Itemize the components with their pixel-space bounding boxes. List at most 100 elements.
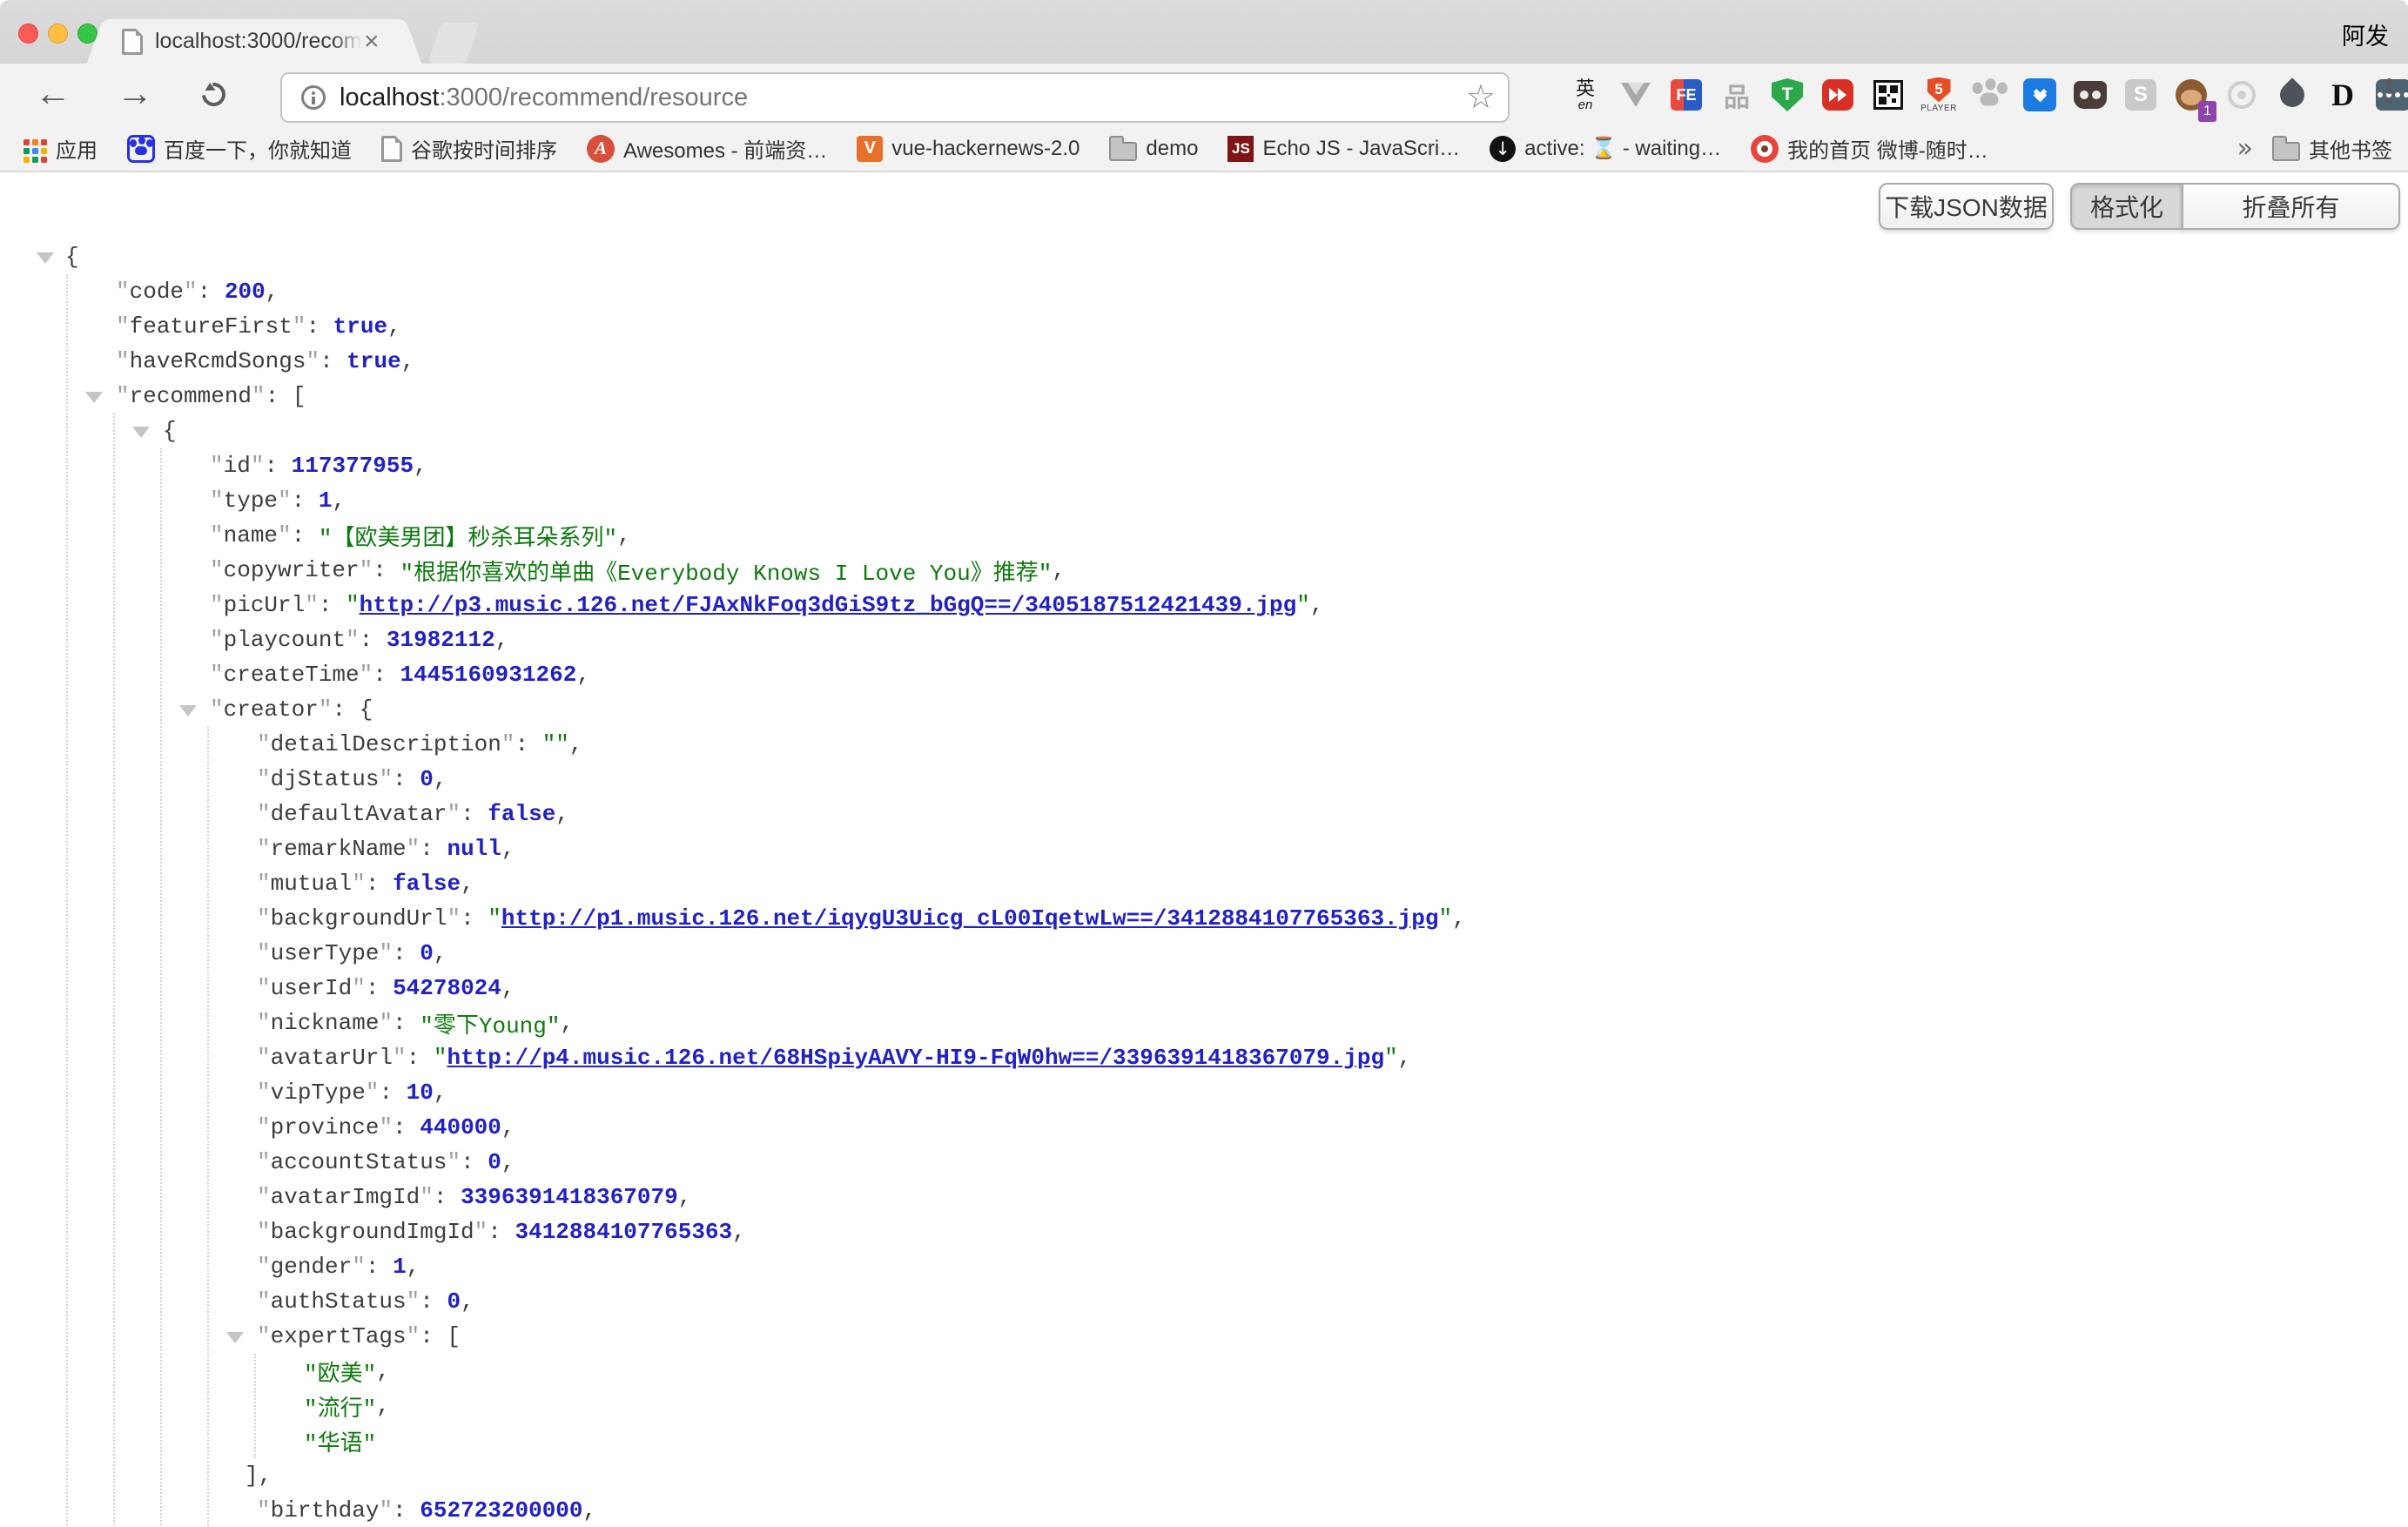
json-key: accountStatus	[271, 1149, 447, 1175]
punctuation: ,	[401, 348, 415, 374]
translate-en-glyph: en	[1578, 98, 1593, 111]
monkey-extension-icon[interactable]: 1	[2171, 73, 2211, 117]
punctuation: :	[292, 522, 319, 548]
json-key: featureFirst	[130, 313, 293, 340]
address-bar[interactable]: localhost:3000/recommend/resource ☆	[280, 72, 1510, 123]
new-tab-button[interactable]	[427, 23, 479, 64]
quote: "	[210, 662, 224, 688]
url-text[interactable]: localhost:3000/recommend/resource	[340, 84, 748, 112]
punctuation: :	[373, 662, 400, 688]
quote: "	[407, 1288, 420, 1315]
qr-extension-icon[interactable]	[1868, 73, 1908, 117]
bookmark-star-icon[interactable]: ☆	[1466, 77, 1496, 116]
collapse-toggle-icon[interactable]	[132, 424, 163, 438]
json-line: "createTime": 1445160931262,	[162, 657, 2408, 692]
site-info-icon[interactable]	[301, 85, 326, 110]
bookmark-apps[interactable]: 应用	[22, 133, 98, 164]
minimize-window-button[interactable]	[48, 24, 68, 44]
download-helper-extension-icon[interactable]	[2020, 73, 2060, 117]
quote: "	[116, 279, 130, 305]
chrome-menu-icon[interactable]	[2386, 78, 2392, 84]
fe-logo-icon: FE	[1671, 79, 1702, 111]
json-url-link[interactable]: http://p1.music.126.net/iqygU3Uicg_cL00I…	[501, 905, 1439, 932]
bookmark-awesomes[interactable]: A Awesomes - 前端资…	[587, 133, 827, 164]
tab-title: localhost:3000/recommend/re	[155, 29, 362, 54]
collapse-toggle-icon[interactable]	[37, 250, 65, 264]
quote: "	[210, 453, 224, 479]
paw-extension-icon[interactable]	[1969, 73, 2009, 117]
baidu-paw-icon	[127, 135, 155, 163]
quote: "	[257, 766, 271, 792]
back-button[interactable]: ←	[35, 72, 71, 114]
bookmark-echojs[interactable]: JS Echo JS - JavaScri…	[1228, 136, 1460, 162]
collapse-toggle-icon[interactable]	[179, 703, 210, 716]
close-window-button[interactable]	[18, 24, 38, 44]
quote: "	[305, 592, 319, 618]
reload-button[interactable]	[197, 77, 230, 111]
json-value: true	[333, 313, 387, 340]
json-line: "creator": {	[162, 692, 2408, 727]
bookmark-demo-folder[interactable]: demo	[1109, 136, 1198, 161]
punctuation: :	[393, 766, 420, 792]
punctuation: ,	[678, 1184, 692, 1210]
browser-tab[interactable]: localhost:3000/recommend/re ×	[110, 19, 399, 64]
punctuation: ,	[576, 662, 590, 688]
fastforward-extension-icon[interactable]	[1818, 73, 1858, 117]
quote: "	[319, 696, 333, 723]
bookmark-weibo-home[interactable]: 我的首页 微博-随时…	[1751, 133, 1988, 164]
json-value: true	[346, 348, 400, 374]
bookmark-vue-hackernews[interactable]: V vue-hackernews-2.0	[857, 136, 1080, 162]
collapse-toggle-icon[interactable]	[226, 1329, 257, 1343]
punctuation: ,	[1310, 592, 1324, 618]
collapse-toggle-icon[interactable]	[85, 389, 116, 403]
bookmarks-overflow-chevron[interactable]: »	[2237, 133, 2253, 164]
fe-extension-icon[interactable]: FE	[1666, 73, 1706, 117]
download-json-button[interactable]: 下载JSON数据	[1879, 183, 2054, 230]
page-favicon-icon	[122, 29, 143, 55]
quote: "	[257, 1219, 271, 1245]
tab-strip: localhost:3000/recommend/re × 阿发	[0, 0, 2408, 64]
quote: "	[360, 557, 373, 583]
html5-player-extension-icon[interactable]: 5 PLAYER	[1919, 73, 1959, 117]
collapse-all-button[interactable]: 折叠所有	[2182, 183, 2400, 230]
json-line: "detailDescription": "",	[209, 727, 2408, 762]
json-line: "backgroundImgId": 3412884107765363,	[209, 1214, 2408, 1249]
quote: "	[257, 1323, 271, 1349]
json-url-link[interactable]: http://p4.music.126.net/68HSpiyAAVY-HI9-…	[447, 1045, 1384, 1071]
json-line: "avatarUrl": "http://p4.music.126.net/68…	[209, 1040, 2408, 1075]
json-url-link[interactable]: http://p3.music.126.net/FJAxNkFoq3dGiS9t…	[360, 592, 1297, 618]
json-key: type	[224, 488, 278, 514]
s-extension-icon[interactable]: S	[2121, 73, 2161, 117]
bird-extension-icon[interactable]	[2272, 73, 2312, 117]
s-logo-icon: S	[2125, 79, 2156, 111]
format-button[interactable]: 格式化	[2070, 183, 2183, 230]
json-line: "流行",	[256, 1389, 2408, 1423]
quote: "	[257, 1254, 271, 1280]
bookmark-active-waiting[interactable]: ↓ active: ⌛ - waiting…	[1490, 136, 1721, 162]
json-line: "accountStatus": 0,	[209, 1145, 2408, 1180]
quote: "	[379, 1010, 393, 1036]
punctuation: [	[293, 383, 306, 409]
d-extension-icon[interactable]: D	[2323, 73, 2363, 117]
json-value: false	[488, 801, 555, 827]
json-value: 54278024	[393, 975, 501, 1001]
vue-devtools-extension-icon[interactable]	[1616, 73, 1656, 117]
profile-name[interactable]: 阿发	[2342, 17, 2389, 51]
quote: "	[116, 383, 130, 409]
tab-close-icon[interactable]: ×	[364, 29, 380, 55]
mask-extension-icon[interactable]	[2070, 73, 2110, 117]
sitemap-extension-icon[interactable]: 品	[1717, 73, 1757, 117]
json-key: defaultAvatar	[271, 801, 447, 827]
json-value: 3396391418367079	[461, 1184, 678, 1210]
other-bookmarks[interactable]: 其他书签	[2272, 133, 2392, 164]
bookmark-label: demo	[1146, 137, 1198, 161]
qr-code-icon	[1873, 80, 1903, 110]
weibo-gray-extension-icon[interactable]	[2222, 73, 2262, 117]
punctuation: ,	[434, 1080, 447, 1106]
translate-extension-icon[interactable]: 英 en	[1565, 73, 1605, 117]
forward-button[interactable]: →	[117, 72, 153, 114]
bookmark-google-sort[interactable]: 谷歌按时间排序	[381, 133, 557, 164]
bookmark-baidu[interactable]: 百度一下，你就知道	[127, 133, 352, 164]
punctuation: :	[461, 801, 488, 827]
shield-extension-icon[interactable]: T	[1767, 73, 1807, 117]
